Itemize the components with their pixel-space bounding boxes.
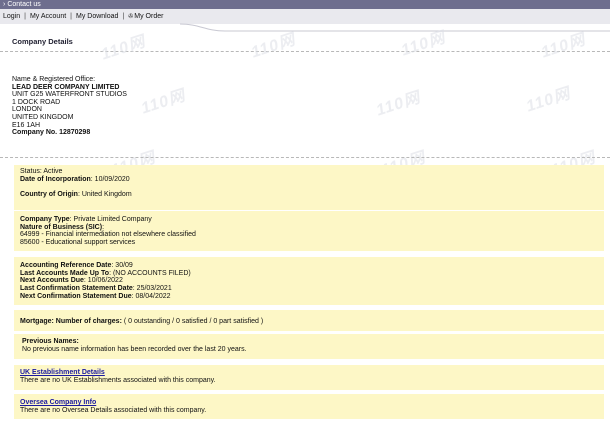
accounts-value: : 30/09 [111, 262, 133, 269]
status-label: Status [20, 168, 40, 175]
accounts-value: : 25/03/2021 [132, 285, 172, 293]
company-no-label: Company No. [12, 129, 58, 137]
accounts-row: Last Accounts Made Up To: (NO ACCOUNTS F… [20, 270, 598, 278]
mortgage-label: Mortgage: Number of charges: [20, 318, 122, 325]
sic-label: Nature of Business (SIC) [20, 223, 103, 231]
accounts-row: Next Confirmation Statement Due: 08/04/2… [20, 293, 598, 301]
company-no-value: 12870298 [59, 129, 91, 137]
accounts-row: Last Confirmation Statement Date: 25/03/… [20, 285, 598, 293]
divider [0, 157, 610, 158]
watermark: 110网 [374, 89, 423, 120]
origin-label: Country of Origin [20, 191, 78, 199]
header-swoosh [0, 23, 610, 33]
company-type-label: Company Type [20, 216, 70, 223]
oversea-panel: Oversea Company Info There are no Overse… [14, 394, 604, 419]
accounts-row: Accounting Reference Date: 30/09 [20, 262, 598, 270]
accounts-value: : 10/06/2022 [83, 277, 123, 285]
accounts-value: : 08/04/2022 [131, 292, 171, 300]
incorporation-label: Date of Incorporation [20, 175, 91, 183]
address-line: UNIT G25 WATERFRONT STUDIOS [12, 91, 127, 99]
office-label: Name & Registered Office: [12, 76, 96, 83]
accounts-row: Next Accounts Due: 10/06/2022 [20, 277, 598, 285]
divider [0, 51, 610, 52]
address-line: 1 DOCK ROAD [12, 98, 61, 106]
uk-establishment-text: There are no UK Establishments associate… [20, 376, 216, 384]
status-value: : Active [39, 168, 63, 175]
previous-names-title: Previous Names: [22, 338, 79, 345]
contact-us-label: Contact us [7, 1, 41, 8]
page-title: Company Details [12, 37, 73, 46]
sic-colon: : [102, 223, 105, 231]
accounts-value: : (NO ACCOUNTS FILED) [109, 269, 191, 277]
top-bar: › Contact us [0, 0, 610, 9]
contact-us-link[interactable]: › Contact us [3, 0, 41, 9]
status-row: Status: Active [20, 168, 598, 176]
uk-establishment-panel: UK Establishment Details There are no UK… [14, 365, 604, 390]
incorporation-value: : 10/09/2020 [90, 175, 130, 183]
watermark: 110网 [524, 85, 573, 116]
company-type-row: Company Type: Private Limited Company [20, 216, 598, 224]
company-type-panel: Company Type: Private Limited Company Na… [14, 211, 604, 251]
sic-item: 64999 - Financial intermediation not els… [20, 231, 196, 239]
accounts-label: Next Confirmation Statement Due [20, 292, 132, 300]
origin-value: : United Kingdom [77, 191, 132, 199]
accounts-label: Accounting Reference Date [20, 262, 112, 269]
sic-row: Nature of Business (SIC): [20, 224, 598, 232]
accounts-panel: Accounting Reference Date: 30/09 Last Ac… [14, 257, 604, 305]
previous-names-text: No previous name information has been re… [22, 345, 247, 353]
oversea-company-link[interactable]: Oversea Company Info [20, 399, 598, 407]
company-name: LEAD DEER COMPANY LIMITED [12, 83, 120, 91]
address-line: LONDON [12, 106, 42, 114]
incorporation-row: Date of Incorporation: 10/09/2020 [20, 176, 598, 184]
oversea-company-text: There are no Oversea Details associated … [20, 406, 207, 414]
company-type-value: : Private Limited Company [69, 216, 152, 223]
accounts-label: Last Confirmation Statement Date [20, 285, 133, 293]
accounts-label: Last Accounts Made Up To [20, 269, 110, 277]
mortgage-panel: Mortgage: Number of charges: ( 0 outstan… [14, 310, 604, 331]
address-line: UNITED KINGDOM [12, 113, 74, 121]
registered-office: Name & Registered Office: LEAD DEER COMP… [12, 76, 127, 137]
previous-names-panel: Previous Names: No previous name informa… [14, 334, 604, 359]
accounts-label: Next Accounts Due [20, 277, 84, 285]
arrow-icon: › [3, 1, 6, 8]
company-number: Company No. 12870298 [12, 129, 127, 137]
origin-row: Country of Origin: United Kingdom [20, 191, 598, 199]
sic-item: 85600 - Educational support services [20, 239, 136, 247]
address-line: E16 1AH [12, 121, 41, 129]
uk-establishment-link[interactable]: UK Establishment Details [20, 369, 598, 377]
status-panel: Status: Active Date of Incorporation: 10… [14, 165, 604, 210]
watermark: 110网 [99, 33, 148, 64]
watermark: 110网 [139, 87, 188, 118]
mortgage-value: ( 0 outstanding / 0 satisfied / 0 part s… [121, 318, 264, 325]
